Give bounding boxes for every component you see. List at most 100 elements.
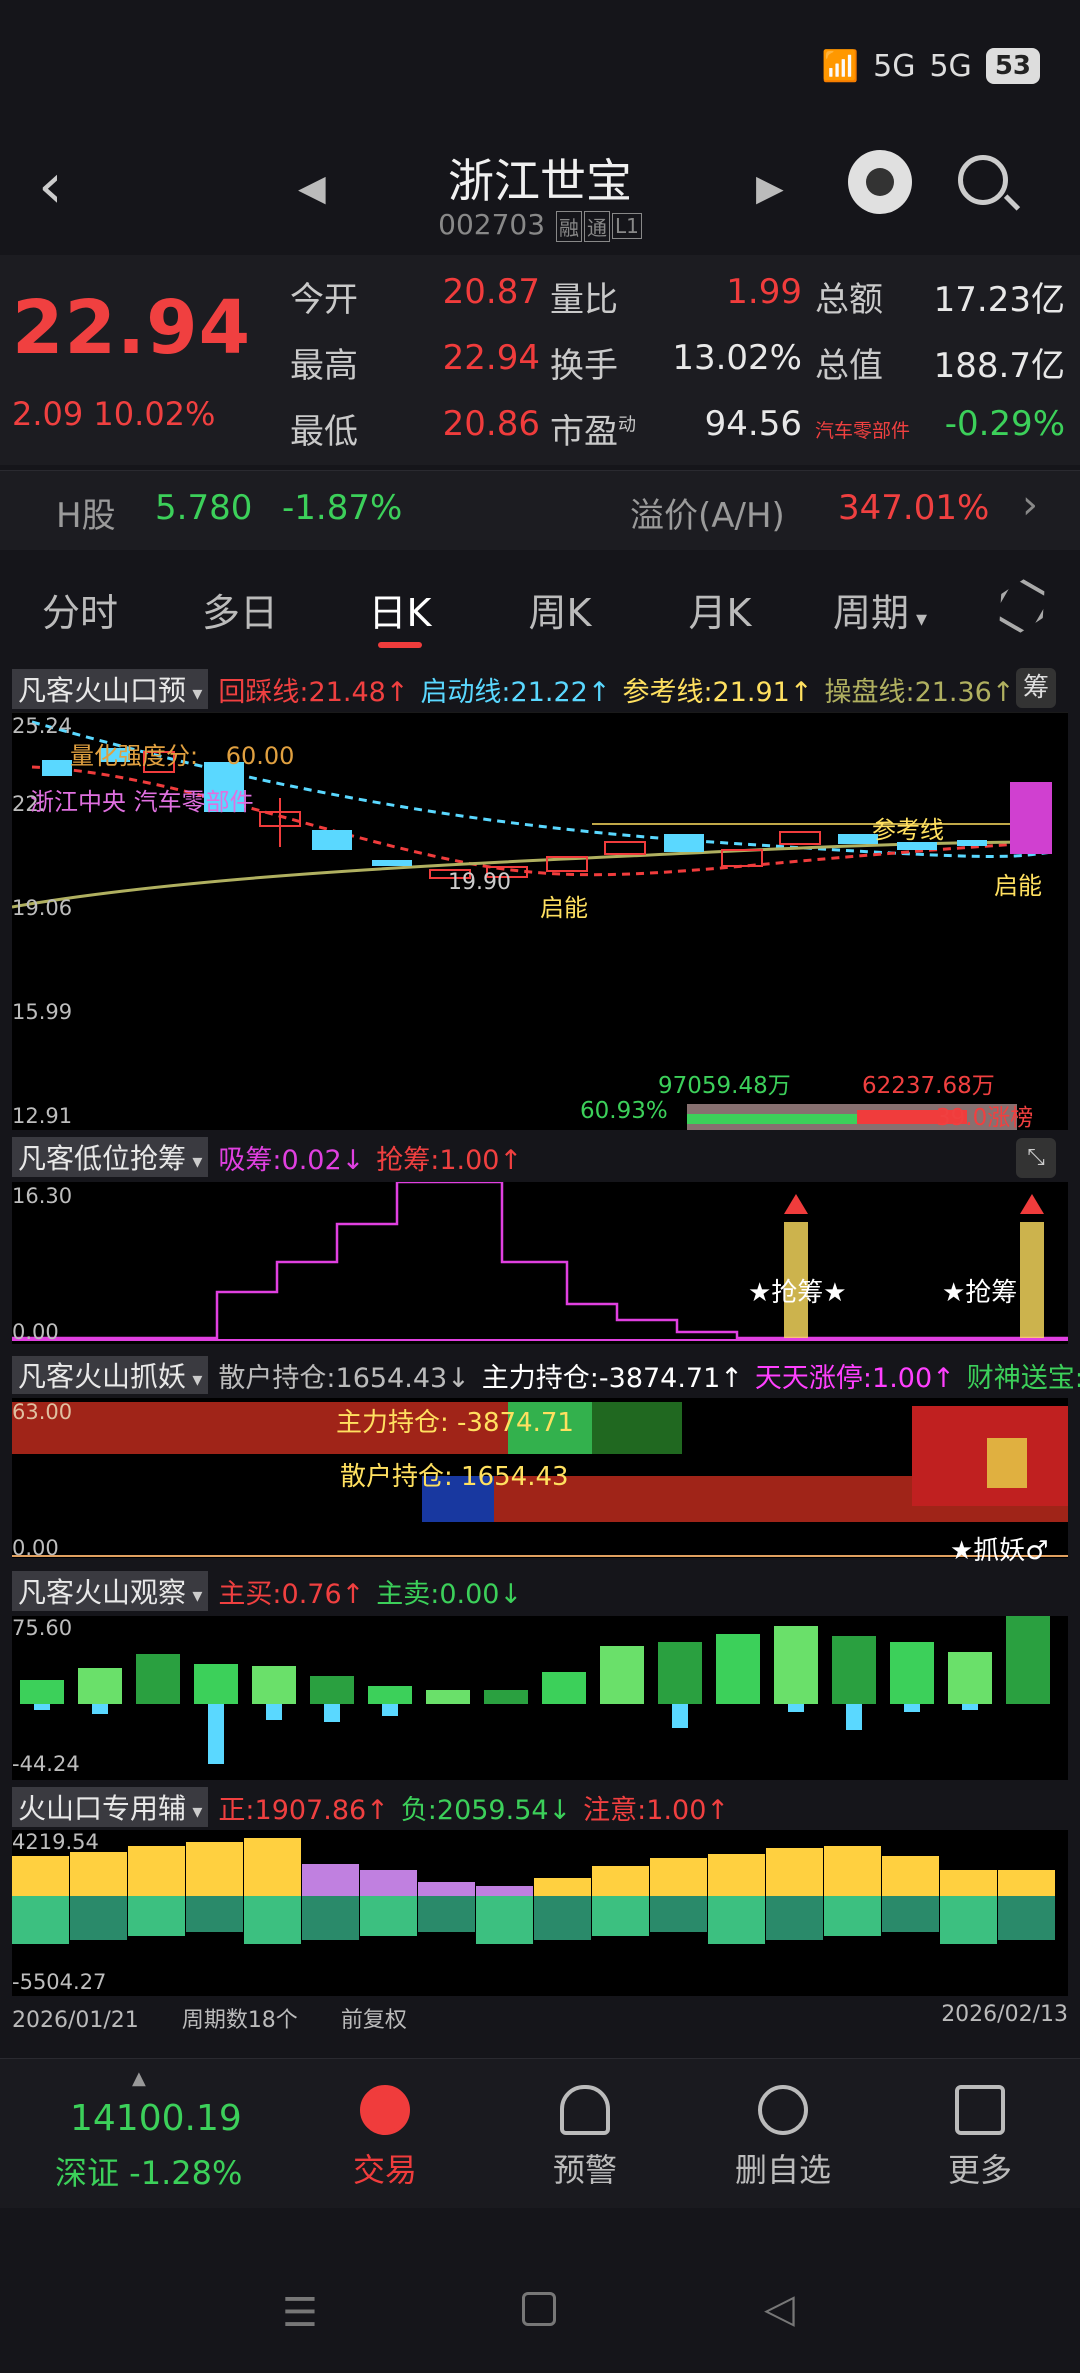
negative-bar (302, 1896, 359, 1940)
wifi-icon: 📶 (821, 48, 860, 84)
date-end: 2026/02/13 (941, 2002, 1068, 2027)
price-change: 2.09 10.02% (12, 395, 216, 433)
observe-bar (194, 1664, 238, 1704)
nav-more[interactable]: 更多 (915, 2085, 1045, 2191)
tab-intraday[interactable]: 分时 (0, 582, 160, 637)
chips-button[interactable]: 筹 (1016, 668, 1056, 708)
tab-daily-k[interactable]: 日K (320, 582, 480, 637)
positive-bar (244, 1838, 301, 1896)
negative-bar (534, 1896, 591, 1940)
ind3-values: 散户持仓:1654.43↓ 主力持仓:-3874.71↑ 天天涨停:1.00↑ 财神送… (218, 1356, 1080, 1394)
nav-alert[interactable]: 预警 (520, 2085, 650, 2191)
positive-bar (650, 1858, 707, 1896)
positive-bar (302, 1864, 359, 1896)
back-nav-icon[interactable]: ◁ (764, 2286, 795, 2332)
mascot-icon[interactable] (848, 150, 912, 214)
tab-period[interactable]: 周期 ▾ (800, 582, 960, 637)
ind3-value-1: 主力持仓:-3874.71↑ (481, 1362, 743, 1394)
sector-value: -0.29% (944, 404, 1065, 444)
turnover-label: 换手 (550, 346, 618, 386)
ind1-value-2: 参考线:21.91↑ (622, 676, 813, 708)
negative-bar (128, 1896, 185, 1936)
ind1-value-3: 操盘线:21.36↑ (824, 676, 1015, 708)
signal-icon: 5G (873, 48, 916, 84)
chevron-right-icon[interactable]: › (1022, 482, 1038, 528)
home-icon[interactable] (522, 2292, 556, 2326)
date-row: 2026/01/21 周期数18个 前复权 (12, 2008, 407, 2033)
nav-remove-watch[interactable]: 删自选 (718, 2085, 848, 2191)
tab-weekly-k[interactable]: 周K (480, 582, 640, 637)
ind1-selector[interactable]: 凡客火山口预 (12, 669, 209, 709)
h-share-pct: -1.87% (282, 488, 403, 528)
ind4-selector[interactable]: 凡客火山观察 (12, 1571, 209, 1611)
ind5-header: 火山口专用辅 正:1907.86↑ 负:2059.54↓ 注意:1.00↑ (12, 1787, 741, 1827)
observe-bar (368, 1686, 412, 1704)
ind3-selector[interactable]: 凡客火山抓妖 (12, 1356, 209, 1394)
retail-holding-label: 散户持仓: 1654.43 (340, 1462, 569, 1492)
ind2-selector[interactable]: 凡客低位抢筹 (12, 1137, 209, 1177)
observe-neg-bar (266, 1704, 282, 1720)
observe-bar (136, 1654, 180, 1704)
ind5-values: 正:1907.86↑ 负:2059.54↓ 注意:1.00↑ (218, 1788, 741, 1827)
pe-value: 94.56 (704, 404, 802, 444)
negative-bar (824, 1896, 881, 1936)
open-label: 今开 (290, 280, 358, 320)
ind5-selector[interactable]: 火山口专用辅 (12, 1787, 209, 1827)
observe-bar (426, 1690, 470, 1704)
signal-icon-2: 5G (929, 48, 972, 84)
observe-neg-bar (324, 1704, 340, 1722)
chip-panel[interactable] (12, 1180, 1068, 1344)
tab-multiday[interactable]: 多日 (160, 582, 320, 637)
catch-mark: ★抓妖♂ (950, 1536, 1049, 1566)
ind5-value-2: 注意:1.00↑ (583, 1794, 730, 1826)
nav-trade[interactable]: 交易 (320, 2085, 450, 2191)
positive-bar (128, 1846, 185, 1896)
ind1-header: 凡客火山口预 回踩线:21.48↑ 启动线:21.22↑ 参考线:21.91↑ 操盘线… (12, 669, 1026, 709)
last-price: 22.94 (12, 285, 252, 371)
sector-label[interactable]: 汽车零部件 (815, 416, 910, 443)
volume-pct: 60.93% (580, 1098, 668, 1124)
ind3-value-2: 天天涨停:1.00↑ (754, 1362, 955, 1394)
ind2-value-0: 吸筹:0.02↓ (218, 1144, 365, 1176)
observe-bar (832, 1636, 876, 1704)
observe-bar (542, 1672, 586, 1704)
ind5-value-0: 正:1907.86↑ (218, 1794, 389, 1826)
index-value[interactable]: 14100.19 (70, 2098, 242, 2139)
observe-bar (20, 1680, 64, 1704)
quant-label: 量化强度分: 60.00 (70, 742, 295, 770)
main-holding-label: 主力持仓: -3874.71 (336, 1408, 574, 1438)
expand-up-icon[interactable]: ▲ (132, 2068, 146, 2089)
observe-bar (78, 1668, 122, 1704)
observe-bar (252, 1666, 296, 1704)
negative-bar (12, 1896, 69, 1944)
ind1-values: 回踩线:21.48↑ 启动线:21.22↑ 参考线:21.91↑ 操盘线:21.36↑ (218, 670, 1026, 709)
startup-mark-2: 启能 (994, 872, 1042, 900)
tab-monthly-k[interactable]: 月K (640, 582, 800, 637)
next-stock-icon[interactable]: ▶ (756, 168, 784, 209)
mktcap-value: 188.7亿 (933, 346, 1065, 386)
expand-icon[interactable]: ⤡ (1016, 1138, 1056, 1178)
low-value: 20.86 (442, 404, 540, 444)
observe-neg-bar (92, 1704, 108, 1714)
ind4-values: 主买:0.76↑ 主卖:0.00↓ (218, 1572, 534, 1611)
volume-left: 97059.48万 (658, 1073, 791, 1099)
ind3-value-0: 散户持仓:1654.43↓ (218, 1362, 470, 1394)
observe-bar (658, 1642, 702, 1704)
observe-neg-bar (208, 1704, 224, 1764)
h-share-label: H股 (56, 496, 116, 536)
y-axis-top: 25.24 (12, 714, 73, 738)
search-icon[interactable] (958, 155, 1008, 205)
positive-bar (592, 1866, 649, 1896)
observe-panel[interactable] (12, 1616, 1068, 1780)
negative-bar (476, 1896, 533, 1944)
positive-bar (418, 1882, 475, 1896)
reference-mark: 参考线 (872, 816, 944, 844)
ind3-axis-top: 63.00 (12, 1400, 73, 1424)
index-name[interactable]: 深证 -1.28% (55, 2148, 242, 2194)
grab-chip-mark-2: ★抢筹 (942, 1278, 1018, 1308)
ind3-header: 凡客火山抓妖 散户持仓:1654.43↓ 主力持仓:-3874.71↑ 天天涨停:1… (12, 1356, 1080, 1394)
volcano-panel[interactable] (12, 1830, 1068, 1996)
recent-apps-icon[interactable]: ☰ (282, 2290, 318, 2336)
grid-icon (955, 2085, 1005, 2135)
ind2-axis-top: 16.30 (12, 1184, 73, 1208)
